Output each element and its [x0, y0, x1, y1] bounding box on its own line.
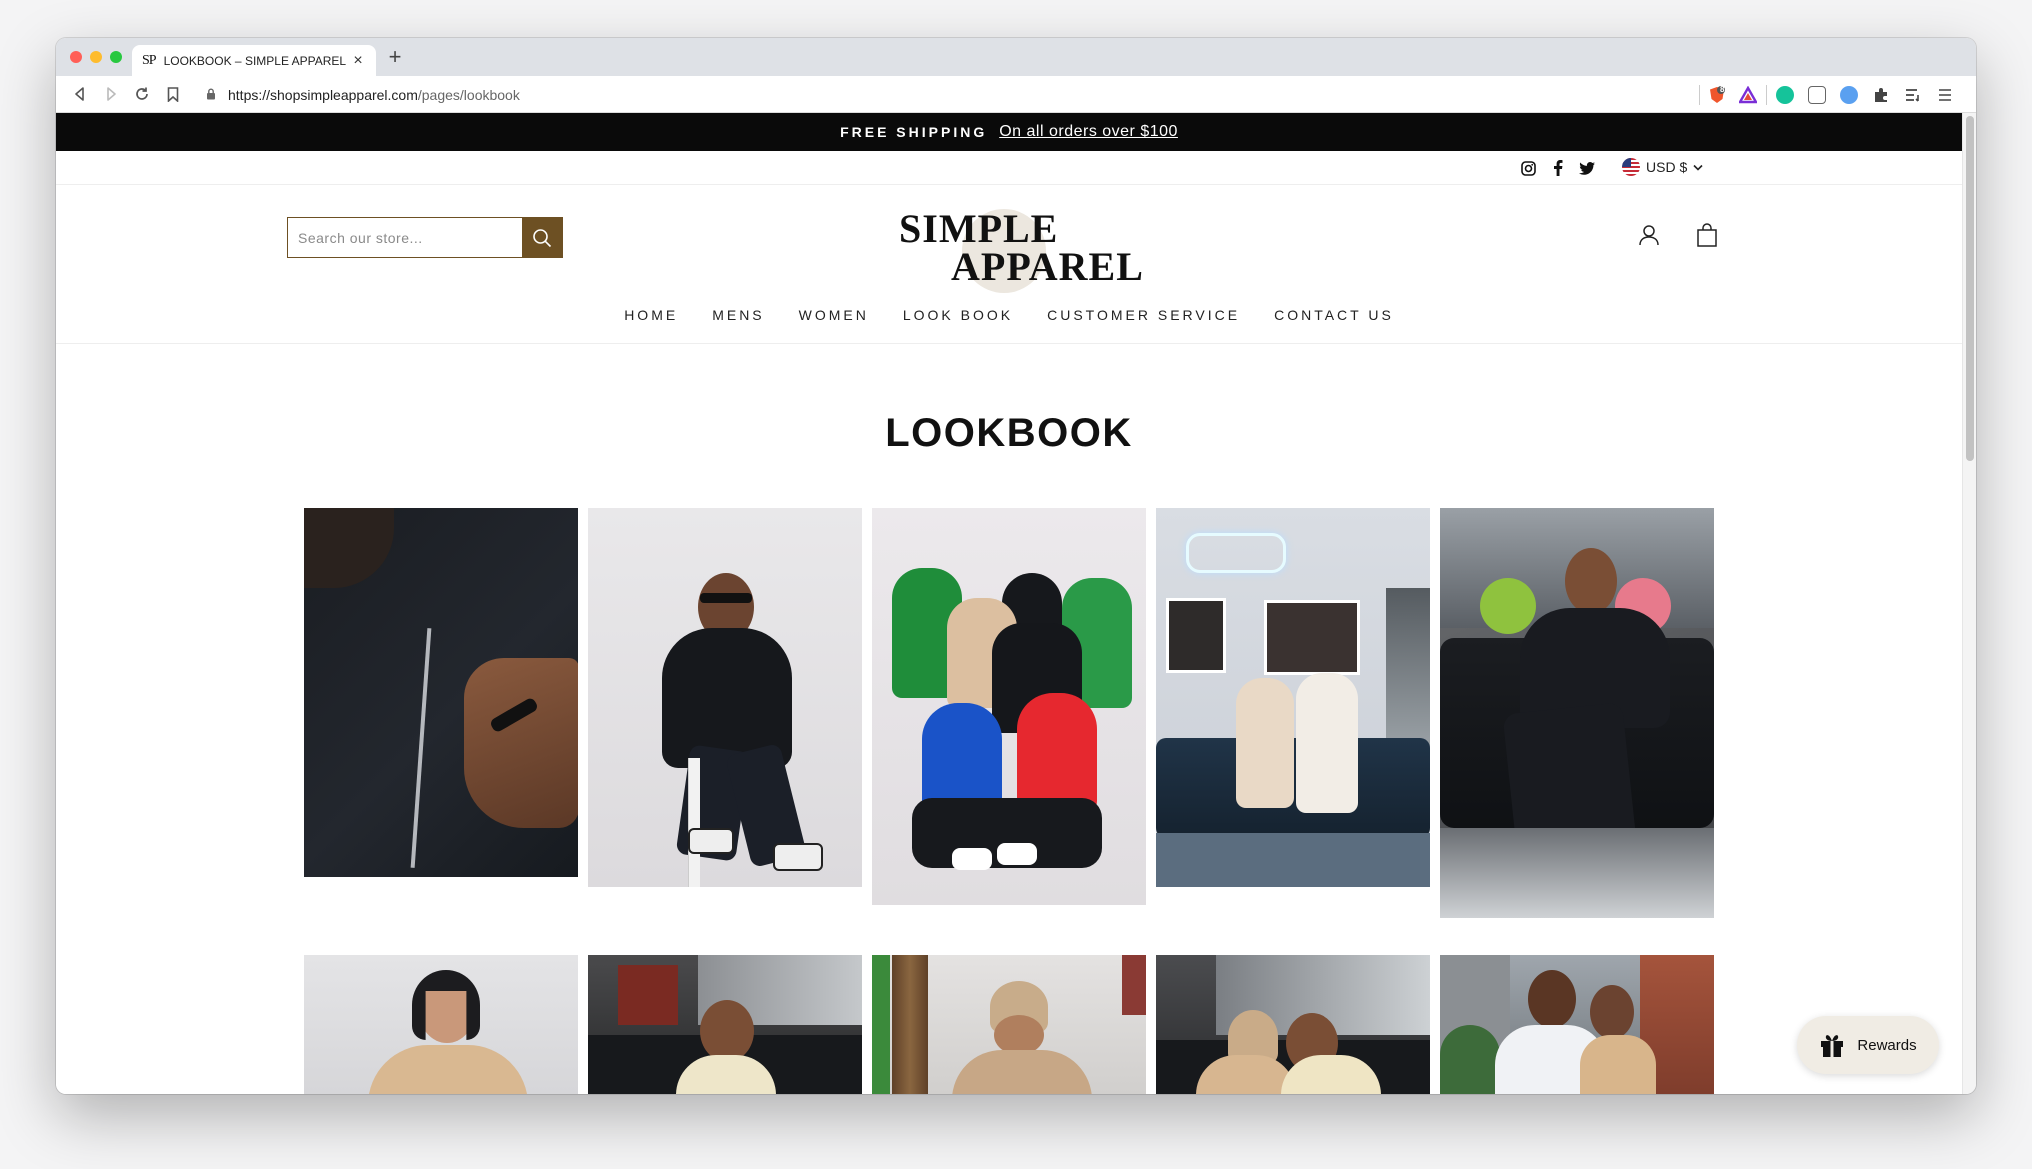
- nav-item-contact-us[interactable]: CONTACT US: [1274, 307, 1394, 343]
- pen-extension-icon[interactable]: [1840, 86, 1858, 104]
- brave-rewards-icon[interactable]: [1737, 85, 1759, 104]
- cart-icon[interactable]: [1693, 221, 1721, 249]
- announcement-bar: FREE SHIPPING On all orders over $100: [56, 113, 1962, 151]
- lookbook-photo[interactable]: [1156, 955, 1430, 1094]
- bookmark-icon[interactable]: [163, 84, 183, 104]
- new-tab-button[interactable]: +: [382, 44, 408, 70]
- menu-icon[interactable]: [1936, 86, 1954, 104]
- nav-item-customer-service[interactable]: CUSTOMER SERVICE: [1047, 307, 1240, 343]
- lookbook-photo[interactable]: [1440, 955, 1714, 1094]
- lookbook-photo[interactable]: [304, 955, 578, 1094]
- instagram-icon[interactable]: [1519, 159, 1537, 177]
- lock-icon: [206, 88, 220, 103]
- rewards-button[interactable]: Rewards: [1797, 1016, 1939, 1074]
- page-scrollbar[interactable]: [1962, 113, 1976, 1094]
- lookbook-photo[interactable]: [588, 955, 862, 1094]
- nav-item-home[interactable]: HOME: [624, 307, 678, 343]
- toolbar-divider-2: [1766, 85, 1767, 105]
- maximize-window-button[interactable]: [110, 51, 122, 63]
- scrollbar-thumb[interactable]: [1966, 116, 1974, 461]
- nav-item-look-book[interactable]: LOOK BOOK: [903, 307, 1013, 343]
- web-page: FREE SHIPPING On all orders over $100 US…: [56, 113, 1962, 1094]
- currency-selector[interactable]: USD $: [1622, 158, 1703, 176]
- lookbook-photo[interactable]: [872, 508, 1146, 905]
- browser-toolbar: https://shopsimpleapparel.com/pages/look…: [56, 76, 1976, 113]
- extension-badge: 8: [1720, 85, 1725, 94]
- url-path: /pages/lookbook: [417, 87, 520, 103]
- rewards-label: Rewards: [1857, 1036, 1917, 1054]
- tab-favicon: SP: [142, 52, 157, 68]
- nav-item-mens[interactable]: MENS: [712, 307, 764, 343]
- minimize-window-button[interactable]: [90, 51, 102, 63]
- gift-icon: [1821, 1035, 1844, 1057]
- search-button[interactable]: [522, 218, 562, 257]
- close-window-button[interactable]: [70, 51, 82, 63]
- screenshot-extension-icon[interactable]: [1808, 86, 1826, 104]
- url-host: https://shopsimpleapparel.com: [228, 87, 418, 103]
- lookbook-photo[interactable]: [1156, 508, 1430, 887]
- tab-strip: SP LOOKBOOK – SIMPLE APPAREL × +: [56, 38, 1976, 76]
- us-flag-icon: [1622, 158, 1640, 176]
- extensions-puzzle-icon[interactable]: [1872, 86, 1890, 104]
- site-header: SIMPLE APPAREL: [56, 185, 1962, 305]
- address-bar[interactable]: https://shopsimpleapparel.com/pages/look…: [206, 83, 1756, 107]
- chevron-down-icon: [1693, 164, 1703, 171]
- announcement-link[interactable]: On all orders over $100: [999, 123, 1178, 141]
- forward-icon[interactable]: [101, 84, 121, 104]
- browser-tab[interactable]: SP LOOKBOOK – SIMPLE APPAREL ×: [132, 45, 376, 76]
- facebook-icon[interactable]: [1549, 159, 1567, 177]
- lookbook-photo[interactable]: [1440, 508, 1714, 918]
- nav-item-women[interactable]: WOMEN: [799, 307, 869, 343]
- logo-line-2: APPAREL: [951, 244, 1144, 289]
- announcement-title: FREE SHIPPING: [840, 124, 988, 140]
- lookbook-photo[interactable]: [588, 508, 862, 887]
- tab-title: LOOKBOOK – SIMPLE APPAREL: [163, 53, 347, 68]
- account-icon[interactable]: [1635, 221, 1663, 249]
- reading-list-icon[interactable]: [1904, 86, 1922, 104]
- currency-label: USD $: [1646, 159, 1688, 175]
- twitter-icon[interactable]: [1578, 159, 1596, 177]
- main-navigation: HOME MENS WOMEN LOOK BOOK CUSTOMER SERVI…: [56, 305, 1962, 344]
- grammarly-icon[interactable]: [1776, 86, 1794, 104]
- search-form: [287, 217, 563, 258]
- site-logo[interactable]: SIMPLE APPAREL: [899, 206, 1143, 293]
- search-icon: [533, 228, 552, 247]
- utility-bar: USD $: [56, 151, 1962, 185]
- lookbook-photo[interactable]: [304, 508, 578, 877]
- back-icon[interactable]: [70, 84, 90, 104]
- search-input[interactable]: [288, 218, 522, 257]
- browser-window: SP LOOKBOOK – SIMPLE APPAREL × + https:/…: [56, 38, 1976, 1094]
- window-controls: [70, 51, 122, 63]
- lookbook-photo[interactable]: [872, 955, 1146, 1094]
- toolbar-divider: [1699, 85, 1700, 105]
- reload-icon[interactable]: [132, 84, 152, 104]
- tab-close-icon[interactable]: ×: [350, 52, 366, 70]
- page-title: LOOKBOOK: [885, 411, 1133, 455]
